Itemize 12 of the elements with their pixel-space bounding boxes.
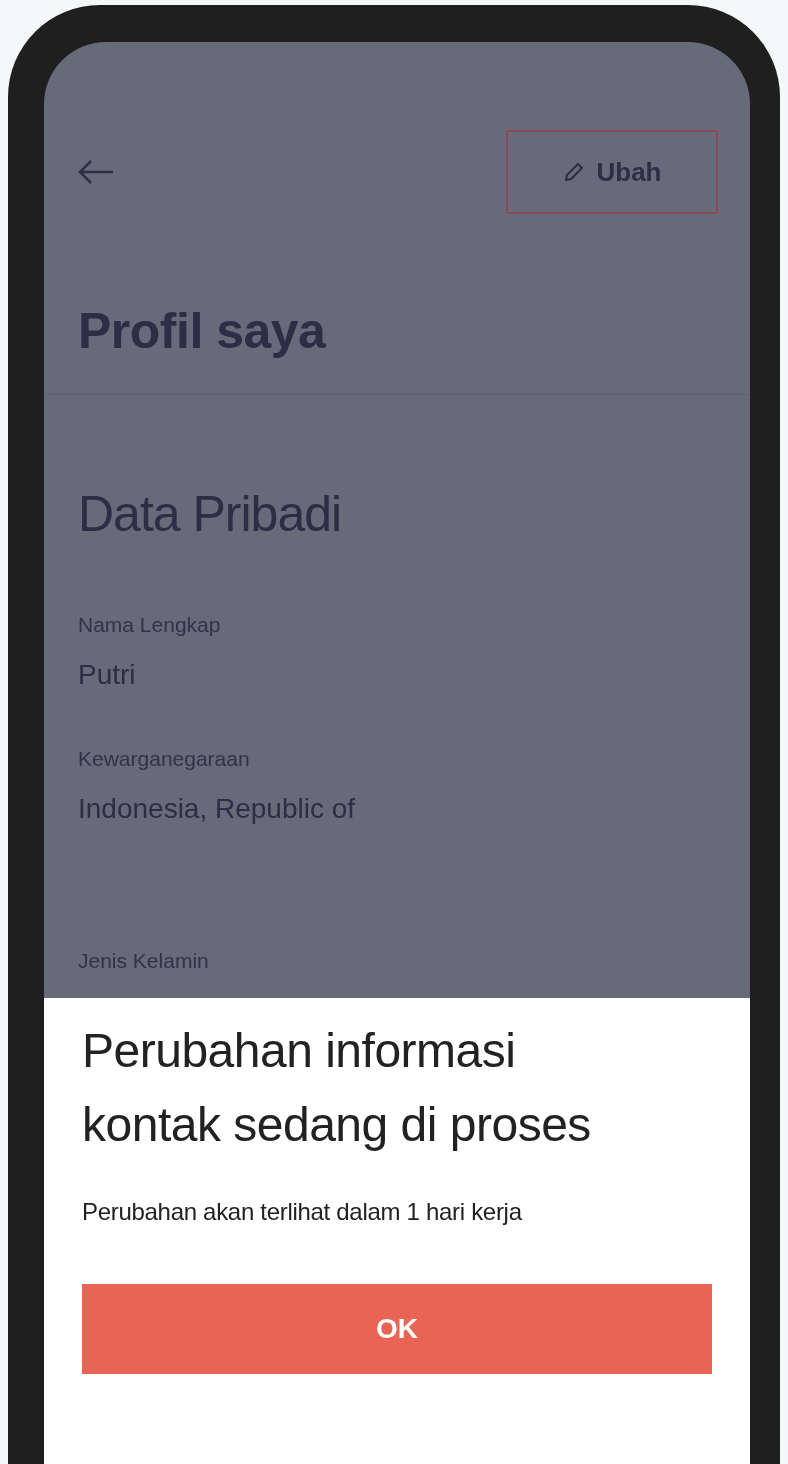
field-value: Putri [78,659,137,691]
field-label: Kewarganegaraan [78,747,251,771]
field-label: Nama Lengkap [78,613,222,637]
sheet-message: Perubahan akan terlihat dalam 1 hari kerja [82,1198,523,1226]
sheet-title: Perubahan informasi kontak sedang di proses [82,1023,592,1153]
back-arrow-icon[interactable] [78,160,114,184]
section-heading: Data Pribadi [78,485,343,543]
field-value: Indonesia, Republic of [78,793,357,825]
edit-button[interactable]: Ubah [506,130,718,214]
pencil-icon [562,161,585,183]
ok-button[interactable]: OK [82,1284,712,1374]
page-title: Profil saya [78,302,327,360]
